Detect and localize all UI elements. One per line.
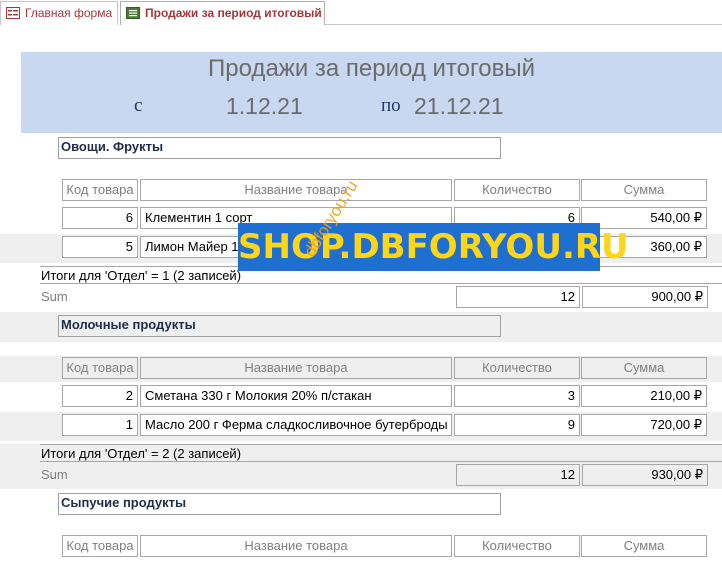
group-header-2: Молочные продукты bbox=[58, 315, 501, 337]
tab-sales-report[interactable]: Продажи за период итоговый bbox=[120, 1, 325, 25]
totals-bottom-rule bbox=[40, 461, 722, 462]
group-totals-label: Итоги для 'Отдел' = 1 (2 записей) bbox=[41, 268, 242, 283]
from-label: с bbox=[134, 95, 143, 116]
group-header-3: Сыпучие продукты bbox=[58, 493, 501, 515]
sum-label: Sum bbox=[41, 289, 68, 304]
col-header-sum: Сумма bbox=[581, 179, 707, 201]
row-qty: 3 bbox=[454, 385, 580, 407]
from-date: 1.12.21 bbox=[226, 93, 303, 119]
row-name: Масло 200 г Ферма сладкосливочное бутерб… bbox=[140, 414, 452, 436]
tab-sales-report-label: Продажи за период итоговый bbox=[145, 6, 322, 20]
total-sum: 930,00 ₽ bbox=[582, 464, 708, 486]
to-label: по bbox=[381, 95, 401, 116]
totals-top-rule bbox=[40, 444, 722, 445]
form-icon bbox=[6, 7, 20, 19]
row-code: 1 bbox=[62, 414, 138, 436]
col-header-name: Название товара bbox=[140, 357, 452, 379]
col-header-name: Название товара bbox=[140, 535, 452, 557]
to-date: 21.12.21 bbox=[414, 93, 504, 119]
sum-label: Sum bbox=[41, 467, 68, 482]
col-header-qty: Количество bbox=[454, 357, 580, 379]
col-header-code: Код товара bbox=[62, 357, 138, 379]
row-sum: 720,00 ₽ bbox=[581, 414, 707, 436]
row-code: 2 bbox=[62, 385, 138, 407]
group-header-1: Овощи. Фрукты bbox=[58, 137, 501, 159]
total-qty: 12 bbox=[456, 286, 580, 308]
row-sum: 210,00 ₽ bbox=[581, 385, 707, 407]
col-header-name: Название товара bbox=[140, 179, 452, 201]
tab-main-form[interactable]: Главная форма bbox=[0, 1, 118, 25]
total-qty: 12 bbox=[456, 464, 580, 486]
total-sum: 900,00 ₽ bbox=[582, 286, 708, 308]
totals-bottom-rule bbox=[40, 283, 722, 284]
row-code: 5 bbox=[62, 236, 138, 258]
tab-divider bbox=[325, 24, 722, 25]
col-header-code: Код товара bbox=[62, 179, 138, 201]
row-name: Сметана 330 г Молокия 20% п/стакан bbox=[140, 385, 452, 407]
col-header-code: Код товара bbox=[62, 535, 138, 557]
report-icon bbox=[126, 7, 140, 19]
col-header-sum: Сумма bbox=[581, 357, 707, 379]
watermark-banner-text: SHOP.DBFORYOU.RU bbox=[238, 227, 629, 267]
row-code: 6 bbox=[62, 207, 138, 229]
tab-main-form-label: Главная форма bbox=[25, 6, 113, 20]
col-header-sum: Сумма bbox=[581, 535, 707, 557]
col-header-qty: Количество bbox=[454, 535, 580, 557]
report-title: Продажи за период итоговый bbox=[208, 55, 535, 82]
group-totals-label: Итоги для 'Отдел' = 2 (2 записей) bbox=[41, 446, 242, 461]
row-qty: 9 bbox=[454, 414, 580, 436]
col-header-qty: Количество bbox=[454, 179, 580, 201]
